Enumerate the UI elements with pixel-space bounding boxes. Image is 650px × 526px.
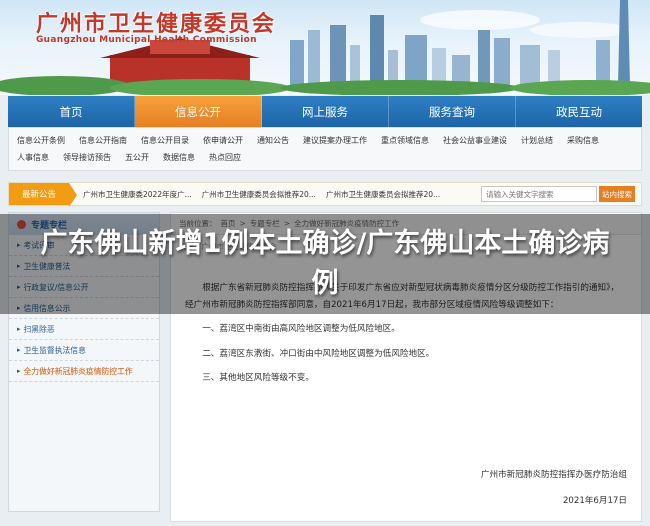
sidebar-item-label: 全力做好新冠肺炎疫情防控工作 — [23, 366, 133, 376]
subnav-link[interactable]: 重点领域信息 — [381, 135, 429, 146]
sidebar-item-crime[interactable]: ▸ 扫黑除恶 — [9, 319, 159, 340]
article-date: 2021年6月17日 — [562, 496, 627, 506]
nav-item-online-service[interactable]: 网上服务 — [262, 96, 389, 127]
article-list-item: 一、荔湾区中南街由高风险地区调整为低风险地区。 — [202, 324, 400, 334]
headline-title: 广东佛山新增1例本土确诊/广东佛山本土确诊病例 — [40, 228, 610, 299]
subnav-row: 信息公开条例 信息公开指南 信息公开目录 依申请公开 通知公告 建议提案办理工作… — [17, 132, 633, 149]
nav-item-info-public[interactable]: 信息公开 — [135, 96, 262, 127]
subnav-link[interactable]: 计划总结 — [521, 135, 553, 146]
primary-nav: 首页 信息公开 网上服务 服务查询 政民互动 — [8, 96, 642, 127]
sidebar-item-label: 卫生监督执法信息 — [23, 345, 86, 355]
subnav-link[interactable]: 信息公开指南 — [79, 135, 127, 146]
nav-item-home[interactable]: 首页 — [8, 96, 135, 127]
arrow-right-icon: ▸ — [17, 367, 21, 375]
subnav-link[interactable]: 采购信息 — [567, 135, 599, 146]
subnav-link[interactable]: 领导接访预告 — [63, 152, 111, 163]
ticker-label: 最新公告 — [9, 183, 77, 207]
site-logo-subtitle: Guangzhou Municipal Health Commission — [36, 35, 257, 45]
ticker-item[interactable]: 广州市卫生健康委2022年度广... — [83, 189, 192, 200]
subnav-link[interactable]: 信息公开目录 — [141, 135, 189, 146]
header-banner: 广州市卫生健康委员会 Guangzhou Municipal Health Co… — [0, 0, 650, 95]
subnav-link[interactable]: 数据信息 — [163, 152, 195, 163]
subnav-link[interactable]: 建议提案办理工作 — [303, 135, 367, 146]
ticker-items: 广州市卫生健康委2022年度广... 广州市卫生健康委员会拟推荐20... 广州… — [83, 189, 481, 200]
subnav-link[interactable]: 五公开 — [125, 152, 149, 163]
sidebar-item-covid[interactable]: ▸ 全力做好新冠肺炎疫情防控工作 — [9, 361, 159, 382]
subnav-link[interactable]: 信息公开条例 — [17, 135, 65, 146]
subnav-link[interactable]: 人事信息 — [17, 152, 49, 163]
article-list-item: 二、荔湾区东漖街、冲口街由中风险地区调整为低风险地区。 — [202, 348, 435, 359]
subnav-link[interactable]: 社会公益事业建设 — [443, 135, 507, 146]
secondary-nav: 信息公开条例 信息公开指南 信息公开目录 依申请公开 通知公告 建议提案办理工作… — [8, 127, 642, 171]
news-ticker: 最新公告 广州市卫生健康委2022年度广... 广州市卫生健康委员会拟推荐20.… — [8, 182, 642, 207]
sidebar-item-supervision[interactable]: ▸ 卫生监督执法信息 — [9, 340, 159, 361]
subnav-link[interactable]: 通知公告 — [257, 135, 289, 146]
search-button[interactable]: 站内搜索 — [599, 186, 635, 202]
sidebar-item-label: 扫黑除恶 — [23, 324, 55, 334]
subnav-link[interactable]: 热点回应 — [209, 152, 241, 163]
article-signature: 广州市新冠肺炎防控指挥办医疗防治组 — [480, 470, 627, 480]
article-list-item: 三、其他地区风险等级不变。 — [202, 373, 314, 383]
subnav-link[interactable]: 依申请公开 — [203, 135, 243, 146]
nav-item-interaction[interactable]: 政民互动 — [516, 96, 642, 127]
subnav-row: 人事信息 领导接访预告 五公开 数据信息 热点回应 — [17, 149, 633, 166]
ticker-item[interactable]: 广州市卫生健康委员会拟推荐20... — [202, 189, 316, 200]
search-input[interactable] — [481, 186, 597, 202]
nav-item-service-query[interactable]: 服务查询 — [389, 96, 516, 127]
arrow-right-icon: ▸ — [17, 325, 21, 333]
arrow-right-icon: ▸ — [17, 346, 21, 354]
ticker-item[interactable]: 广州市卫生健康委员会拟推荐20... — [326, 189, 440, 200]
headline-overlay: 广东佛山新增1例本土确诊/广东佛山本土确诊病例 — [0, 214, 650, 314]
site-logo-title[interactable]: 广州市卫生健康委员会 — [36, 6, 276, 38]
